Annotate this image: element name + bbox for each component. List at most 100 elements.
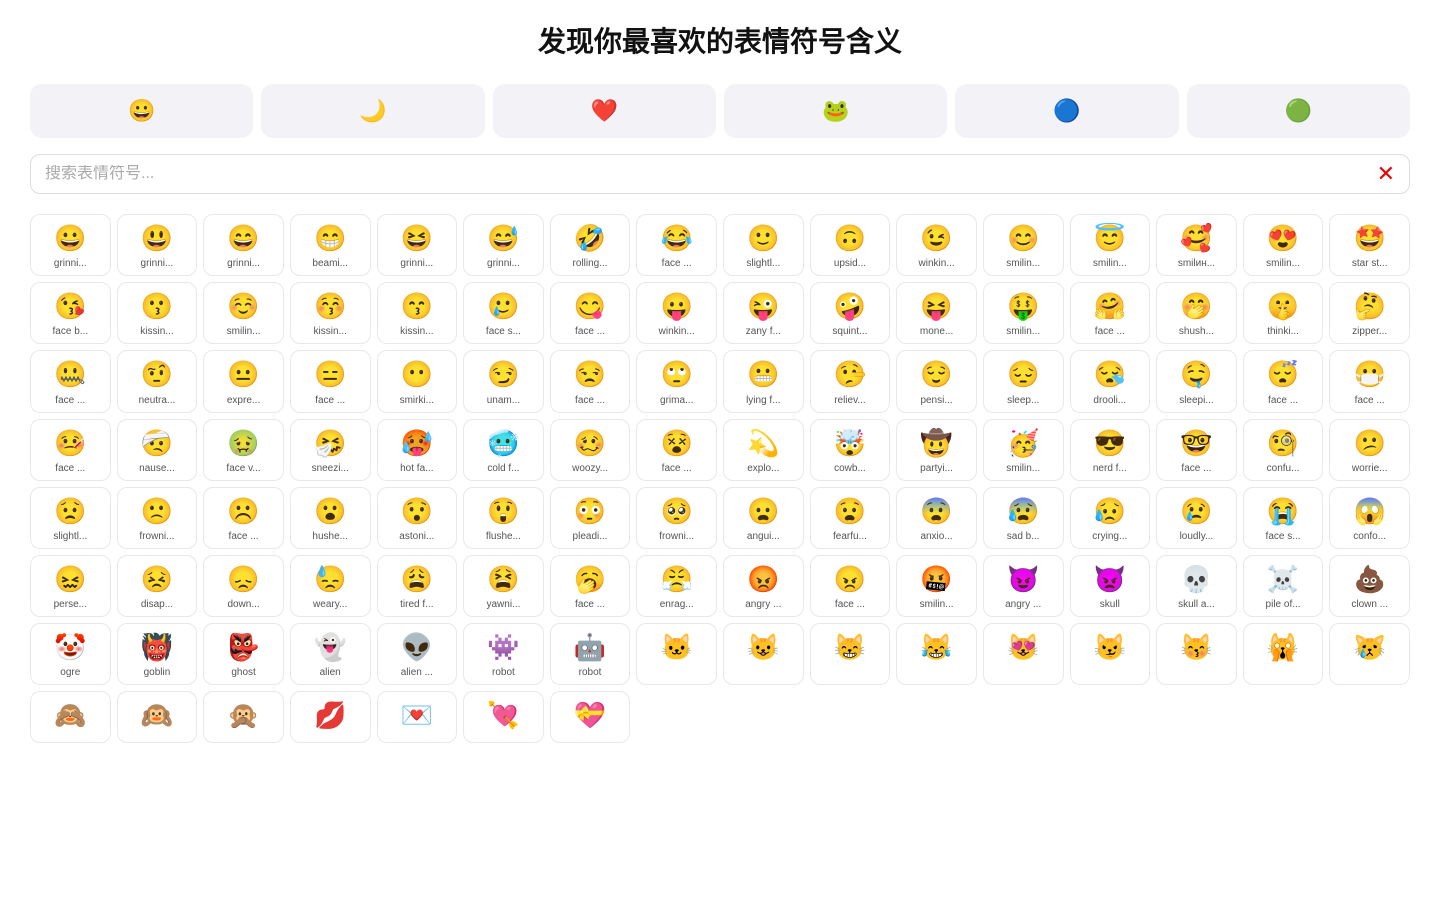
emoji-cell[interactable]: 😘face b...: [30, 282, 111, 344]
emoji-cell[interactable]: 👹goblin: [117, 623, 198, 685]
emoji-cell[interactable]: 🤓face ...: [1156, 419, 1237, 481]
emoji-cell[interactable]: 😁beami...: [290, 214, 371, 276]
emoji-cell[interactable]: 🙉: [117, 691, 198, 742]
emoji-cell[interactable]: 🤨neutra...: [117, 350, 198, 412]
emoji-cell[interactable]: 🤕nause...: [117, 419, 198, 481]
category-btn-symbols[interactable]: 🔵: [955, 84, 1178, 138]
emoji-cell[interactable]: 😏unam...: [463, 350, 544, 412]
emoji-cell[interactable]: 😡angry ...: [723, 555, 804, 617]
emoji-cell[interactable]: 💘: [463, 691, 544, 742]
emoji-cell[interactable]: 😌pensi...: [896, 350, 977, 412]
emoji-cell[interactable]: 😯astoni...: [377, 487, 458, 549]
emoji-cell[interactable]: 🥱face ...: [550, 555, 631, 617]
emoji-cell[interactable]: ☠️pile of...: [1243, 555, 1324, 617]
emoji-cell[interactable]: 🥶cold f...: [463, 419, 544, 481]
emoji-cell[interactable]: 👽alien ...: [377, 623, 458, 685]
emoji-cell[interactable]: 😥crying...: [1070, 487, 1151, 549]
emoji-cell[interactable]: 😭face s...: [1243, 487, 1324, 549]
emoji-cell[interactable]: 😽: [1156, 623, 1237, 685]
emoji-cell[interactable]: 🤒face ...: [30, 419, 111, 481]
emoji-cell[interactable]: 😎nerd f...: [1070, 419, 1151, 481]
emoji-cell[interactable]: 😒face ...: [550, 350, 631, 412]
emoji-cell[interactable]: 🤖robot: [550, 623, 631, 685]
emoji-cell[interactable]: 🧐confu...: [1243, 419, 1324, 481]
emoji-cell[interactable]: 🤩star st...: [1329, 214, 1410, 276]
emoji-cell[interactable]: 😆grinni...: [377, 214, 458, 276]
emoji-cell[interactable]: 😱confo...: [1329, 487, 1410, 549]
emoji-cell[interactable]: 😃grinni...: [117, 214, 198, 276]
emoji-cell[interactable]: 💋: [290, 691, 371, 742]
emoji-cell[interactable]: 🥰smilин...: [1156, 214, 1237, 276]
category-btn-other[interactable]: 🟢: [1187, 84, 1410, 138]
emoji-cell[interactable]: 🙂slightl...: [723, 214, 804, 276]
emoji-cell[interactable]: 😚kissin...: [290, 282, 371, 344]
emoji-cell[interactable]: 🤡ogre: [30, 623, 111, 685]
emoji-cell[interactable]: 😰sad b...: [983, 487, 1064, 549]
emoji-cell[interactable]: 😶smirki...: [377, 350, 458, 412]
emoji-cell[interactable]: 😦angui...: [723, 487, 804, 549]
emoji-cell[interactable]: 💝: [550, 691, 631, 742]
emoji-cell[interactable]: 😟slightl...: [30, 487, 111, 549]
emoji-cell[interactable]: 😋face ...: [550, 282, 631, 344]
emoji-cell[interactable]: 🤫thinki...: [1243, 282, 1324, 344]
emoji-cell[interactable]: 😐expre...: [203, 350, 284, 412]
clear-button[interactable]: ✕: [1377, 163, 1395, 185]
emoji-cell[interactable]: 🤣rolling...: [550, 214, 631, 276]
emoji-cell[interactable]: 😕worrie...: [1329, 419, 1410, 481]
search-input[interactable]: [45, 165, 1369, 183]
emoji-cell[interactable]: 🤧sneezi...: [290, 419, 371, 481]
emoji-cell[interactable]: 😨anxio...: [896, 487, 977, 549]
emoji-cell[interactable]: 😞down...: [203, 555, 284, 617]
emoji-cell[interactable]: 😫yawni...: [463, 555, 544, 617]
emoji-cell[interactable]: 😮hushe...: [290, 487, 371, 549]
category-btn-nature[interactable]: 🌙: [261, 84, 484, 138]
emoji-cell[interactable]: 🙄grima...: [636, 350, 717, 412]
emoji-cell[interactable]: 😄grinni...: [203, 214, 284, 276]
emoji-cell[interactable]: 😣disap...: [117, 555, 198, 617]
emoji-cell[interactable]: 😺: [723, 623, 804, 685]
emoji-cell[interactable]: 😪drooli...: [1070, 350, 1151, 412]
emoji-cell[interactable]: 😓weary...: [290, 555, 371, 617]
emoji-cell[interactable]: 👿skull: [1070, 555, 1151, 617]
emoji-cell[interactable]: 💌: [377, 691, 458, 742]
emoji-cell[interactable]: 🥺frowni...: [636, 487, 717, 549]
emoji-cell[interactable]: 😵face ...: [636, 419, 717, 481]
emoji-cell[interactable]: 👾robot: [463, 623, 544, 685]
category-btn-animals[interactable]: 🐸: [724, 84, 947, 138]
emoji-cell[interactable]: 🥲face s...: [463, 282, 544, 344]
emoji-cell[interactable]: 😴face ...: [1243, 350, 1324, 412]
emoji-cell[interactable]: 😸: [810, 623, 891, 685]
emoji-cell[interactable]: 😧fearfu...: [810, 487, 891, 549]
emoji-cell[interactable]: 😖perse...: [30, 555, 111, 617]
emoji-cell[interactable]: 😛winkin...: [636, 282, 717, 344]
emoji-cell[interactable]: 🤐face ...: [30, 350, 111, 412]
emoji-cell[interactable]: 🙊: [203, 691, 284, 742]
emoji-cell[interactable]: 😉winkin...: [896, 214, 977, 276]
emoji-cell[interactable]: 💫explo...: [723, 419, 804, 481]
emoji-cell[interactable]: 🤑smilin...: [983, 282, 1064, 344]
emoji-cell[interactable]: 😍smilin...: [1243, 214, 1324, 276]
emoji-cell[interactable]: 🤤sleepi...: [1156, 350, 1237, 412]
emoji-cell[interactable]: 🤥reliev...: [810, 350, 891, 412]
emoji-cell[interactable]: 😑face ...: [290, 350, 371, 412]
emoji-cell[interactable]: 😻: [983, 623, 1064, 685]
emoji-cell[interactable]: 🤭shush...: [1156, 282, 1237, 344]
emoji-cell[interactable]: 😳pleadi...: [550, 487, 631, 549]
emoji-cell[interactable]: 🥴woozy...: [550, 419, 631, 481]
emoji-cell[interactable]: 😝mone...: [896, 282, 977, 344]
emoji-cell[interactable]: 🙁frowni...: [117, 487, 198, 549]
emoji-cell[interactable]: 🤔zipper...: [1329, 282, 1410, 344]
emoji-cell[interactable]: 😢loudly...: [1156, 487, 1237, 549]
emoji-cell[interactable]: 😼: [1070, 623, 1151, 685]
emoji-cell[interactable]: 🤠partyi...: [896, 419, 977, 481]
emoji-cell[interactable]: 😔sleep...: [983, 350, 1064, 412]
emoji-cell[interactable]: 😿: [1329, 623, 1410, 685]
emoji-cell[interactable]: 😠face ...: [810, 555, 891, 617]
emoji-cell[interactable]: 😜zany f...: [723, 282, 804, 344]
emoji-cell[interactable]: 😲flushe...: [463, 487, 544, 549]
emoji-cell[interactable]: 🤬smilin...: [896, 555, 977, 617]
emoji-cell[interactable]: 🥳smilin...: [983, 419, 1064, 481]
emoji-cell[interactable]: 🙈: [30, 691, 111, 742]
emoji-cell[interactable]: 🤯cowb...: [810, 419, 891, 481]
category-btn-smileys[interactable]: 😀: [30, 84, 253, 138]
